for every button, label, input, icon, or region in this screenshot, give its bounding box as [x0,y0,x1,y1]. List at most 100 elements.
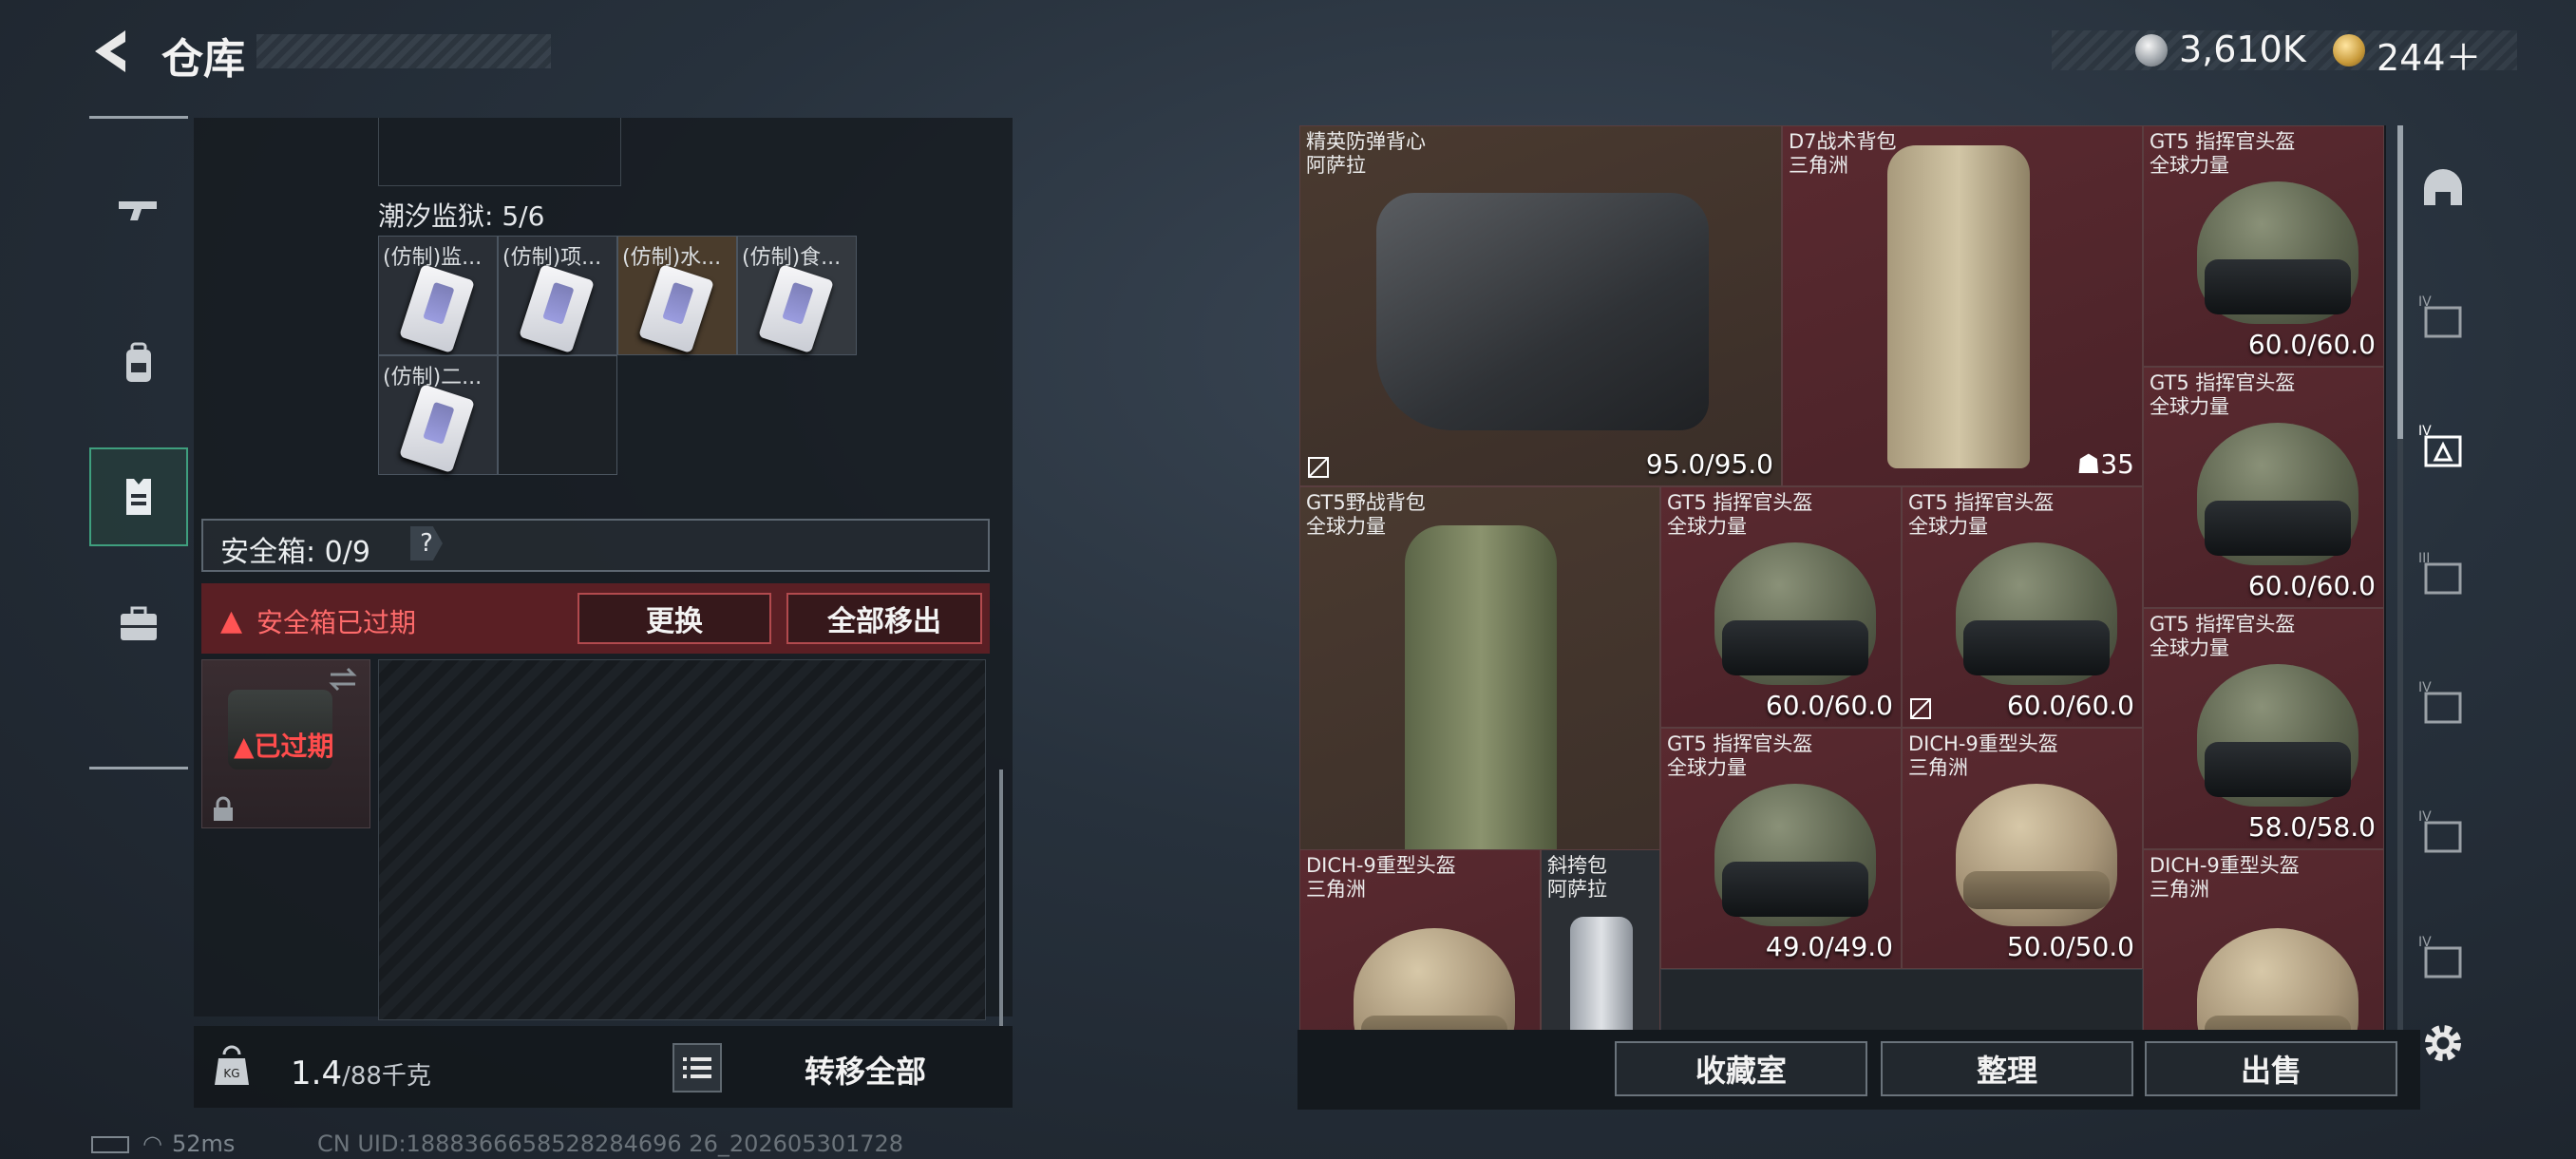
list-item[interactable]: (仿制)二... [378,355,498,475]
sidebar-item-case[interactable] [89,575,188,674]
safe-box-grid[interactable] [378,659,986,1020]
empty-slot[interactable] [498,355,617,475]
list-item[interactable]: (仿制)监... [378,236,498,355]
item-name: GT5野战背包 全球力量 [1306,491,1426,538]
item-dich9-helmet[interactable]: DICH-9重型头盔 三角洲 [2143,849,2384,1030]
sort-button[interactable]: 整理 [1881,1041,2133,1096]
keycard-icon [399,383,475,474]
item-name: DICH-9重型头盔 三角洲 [2150,854,2300,901]
svg-text:KG: KG [223,1067,239,1080]
helmet-image [2197,423,2358,565]
filter-tier-4-e[interactable]: IV [2409,920,2477,996]
item-durability: 60.0/60.0 [2247,570,2376,601]
no-insure-icon [1308,457,1329,478]
helmet-filter-icon [2424,169,2462,205]
item-name: 精英防弹背心 阿萨拉 [1306,130,1426,177]
item-label: (仿制)食... [742,246,842,270]
item-gt5-helmet[interactable]: GT5 指挥官头盔 全球力量 60.0/60.0 [1902,486,2143,728]
filter-tier-4-c[interactable]: IV [2409,665,2477,741]
weight-readout: 1.4/88千克 [291,1054,431,1092]
helmet-image [1956,784,2117,926]
warning-icon: ▲ [234,731,255,762]
move-all-out-button[interactable]: 全部移出 [786,593,982,644]
list-item[interactable]: (仿制)水... [617,236,737,355]
sidebar-item-vest[interactable] [89,447,188,546]
item-dich9-helmet[interactable]: DICH-9重型头盔 三角洲 50.0/50.0 [1902,728,2143,969]
gear-icon[interactable] [2420,1020,2466,1066]
item-name: GT5 指挥官头盔 全球力量 [2150,371,2296,418]
sidebar-item-backpack[interactable] [89,314,188,413]
sell-button[interactable]: 出售 [2145,1041,2397,1096]
list-view-button[interactable] [672,1043,722,1092]
helmet-image [2197,664,2358,807]
item-gt5-helmet[interactable]: GT5 指挥官头盔 全球力量 60.0/60.0 [1660,486,1902,728]
item-gt5-helmet[interactable]: GT5 指挥官头盔 全球力量 60.0/60.0 [2143,125,2384,367]
backpack-icon [126,342,151,382]
filter-helmet[interactable] [2409,152,2477,228]
filter-tier-4-b[interactable]: IV [2409,408,2477,484]
backpack-image [1405,525,1557,905]
list-item[interactable]: (仿制)食... [737,236,857,355]
list-icon [683,1057,711,1078]
item-elite-vest[interactable]: 精英防弹背心 阿萨拉 95.0/95.0 [1299,125,1782,486]
weight-icon: KG [215,1045,249,1085]
tier-filter-icon: IV [2418,680,2462,724]
item-sling-bag[interactable]: 斜挎包 阿萨拉 [1541,849,1660,1030]
left-scrollbar[interactable] [999,770,1003,1026]
helmet-image [1354,928,1515,1030]
empty-slot[interactable] [1660,969,2143,1030]
filter-tier-3[interactable]: III [2409,536,2477,612]
header-stripe [256,34,551,68]
item-durability: 50.0/50.0 [2006,931,2134,962]
expired-tag: ▲已过期 [234,731,334,762]
category-sidebar [89,116,188,770]
sidebar-item-weapons[interactable] [89,159,188,257]
item-name: GT5 指挥官头盔 全球力量 [2150,130,2296,177]
item-name: 斜挎包 阿萨拉 [1547,854,1607,901]
gold-coin-icon [2333,34,2365,66]
silver-coin-icon [2135,34,2168,66]
swap-button[interactable]: 更换 [578,593,771,644]
swap-arrows-icon [329,667,357,692]
item-name: DICH-9重型头盔 三角洲 [1306,854,1456,901]
list-item[interactable]: (仿制)项... [498,236,617,355]
keycard-icon [519,263,595,354]
keycard-icon [638,263,714,354]
filter-tier-4-a[interactable]: IV [2409,279,2477,355]
keycard-icon [758,263,834,354]
right-scrollbar-thumb[interactable] [2397,125,2403,439]
item-name: GT5 指挥官头盔 全球力量 [1667,732,1813,779]
tier-filter-icon: IV [2418,809,2462,853]
item-dich9-helmet[interactable]: DICH-9重型头盔 三角洲 [1299,849,1541,1030]
back-icon[interactable] [87,27,137,76]
item-gt5-helmet[interactable]: GT5 指挥官头盔 全球力量 49.0/49.0 [1660,728,1902,969]
item-d7-backpack[interactable]: D7战术背包 三角洲 ☗35 [1782,125,2143,486]
item-label: (仿制)项... [502,246,602,270]
item-name: DICH-9重型头盔 三角洲 [1908,732,2058,779]
collection-button[interactable]: 收藏室 [1615,1041,1867,1096]
ping-value: 52ms [171,1130,236,1157]
keycard-icon [399,263,475,354]
tier-filter-icon: IV [2418,294,2462,338]
item-name: GT5 指挥官头盔 全球力量 [2150,613,2296,659]
item-durability: 95.0/95.0 [1645,448,1773,480]
helmet-image [2197,181,2358,324]
item-capacity: ☗35 [2076,448,2134,480]
briefcase-icon [121,606,157,640]
battery-icon [91,1136,129,1153]
tier-filter-icon: IV [2418,424,2462,467]
tier-filter-icon: IV [2418,935,2462,978]
item-gt5-helmet[interactable]: GT5 指挥官头盔 全球力量 60.0/60.0 [2143,367,2384,608]
weight-max: /88千克 [342,1062,431,1091]
page-title: 仓库 [161,35,245,84]
item-durability: 58.0/58.0 [2247,811,2376,843]
helmet-image [1714,542,1876,685]
item-gt5-helmet[interactable]: GT5 指挥官头盔 全球力量 58.0/58.0 [2143,608,2384,849]
gold-currency-value[interactable]: 244＋ [2377,28,2482,81]
user-uid: CN UID:1888366658528284696 26_2026053017… [317,1130,904,1157]
transfer-all-button[interactable]: 转移全部 [737,1043,994,1096]
item-durability: 60.0/60.0 [1765,690,1893,721]
filter-tier-4-d[interactable]: IV [2409,794,2477,870]
gun-icon [119,201,157,220]
no-insure-icon [1910,698,1931,719]
